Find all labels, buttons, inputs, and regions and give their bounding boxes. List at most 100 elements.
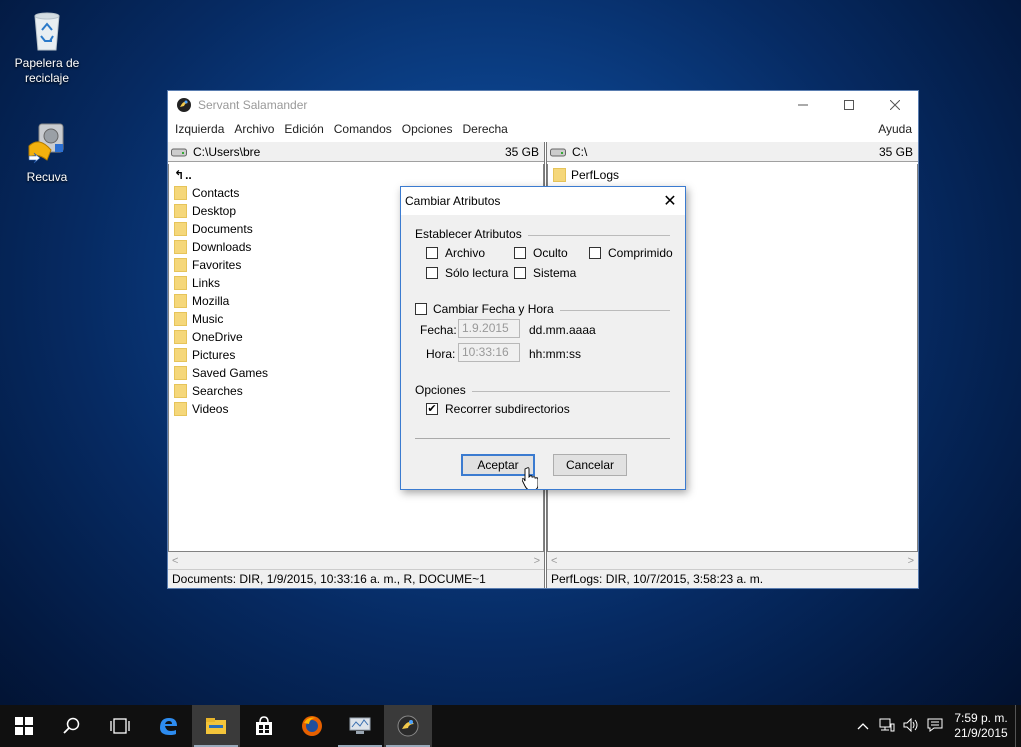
checkbox-box-checked[interactable]: ✔ — [426, 403, 438, 415]
show-desktop-button[interactable] — [1015, 705, 1021, 747]
folder-icon — [174, 366, 187, 380]
list-item-up[interactable]: ↰ .. — [169, 166, 543, 184]
folder-icon — [553, 168, 566, 182]
clock-time: 7:59 p. m. — [954, 711, 1008, 725]
file-name: PerfLogs — [571, 168, 620, 182]
notifications-icon[interactable] — [923, 718, 947, 735]
menu-derecha[interactable]: Derecha — [457, 122, 512, 136]
dialog-close-icon[interactable]: ✕ — [655, 191, 685, 211]
checkbox-box[interactable] — [514, 267, 526, 279]
task-view-button[interactable] — [96, 705, 144, 747]
fecha-format: dd.mm.aaaa — [529, 323, 596, 337]
recycle-bin-label: Papelera de reciclaje — [14, 56, 80, 85]
change-date-label: Cambiar Fecha y Hora — [433, 302, 554, 316]
drive-icon — [550, 148, 566, 156]
checkbox-comprimido[interactable]: Comprimido — [589, 246, 673, 260]
checkbox-solo-lectura[interactable]: Sólo lectura — [426, 266, 508, 280]
close-icon — [890, 100, 900, 110]
checkbox-sistema[interactable]: Sistema — [514, 266, 576, 280]
menu-edicion[interactable]: Edición — [279, 122, 328, 136]
minimize-icon — [798, 104, 808, 106]
checkbox-box[interactable] — [514, 247, 526, 259]
taskbar-firefox[interactable] — [288, 705, 336, 747]
menu-archivo[interactable]: Archivo — [229, 122, 279, 136]
file-name: Links — [192, 276, 221, 290]
right-free-space: 35 GB — [878, 144, 913, 159]
menu-comandos[interactable]: Comandos — [329, 122, 397, 136]
checkbox-oculto[interactable]: Oculto — [514, 246, 568, 260]
volume-icon[interactable] — [899, 717, 923, 735]
checkbox-box[interactable] — [426, 247, 438, 259]
menu-ayuda[interactable]: Ayuda — [873, 122, 918, 136]
checkbox-archivo-label: Archivo — [445, 246, 486, 260]
maximize-icon — [844, 100, 854, 110]
network-icon[interactable] — [875, 718, 899, 735]
menu-izquierda[interactable]: Izquierda — [170, 122, 229, 136]
left-horizontal-scrollbar[interactable]: < > — [168, 552, 544, 569]
taskbar-clock[interactable]: 7:59 p. m. 21/9/2015 — [947, 711, 1015, 741]
checkbox-box[interactable] — [589, 247, 601, 259]
right-horizontal-scrollbar[interactable]: < > — [547, 552, 918, 569]
taskbar: 7:59 p. m. 21/9/2015 — [0, 705, 1021, 747]
taskbar-store[interactable] — [240, 705, 288, 747]
windows-logo-icon — [15, 717, 33, 735]
scroll-left-icon[interactable]: < — [172, 555, 178, 567]
file-name: Mozilla — [192, 294, 230, 308]
group-set-attributes: Establecer Atributos — [415, 227, 670, 241]
search-button[interactable] — [48, 705, 96, 747]
chevron-up-icon[interactable] — [851, 719, 875, 733]
right-status-bar: PerfLogs: DIR, 10/7/2015, 3:58:23 a. m. — [547, 569, 918, 588]
system-tray: 7:59 p. m. 21/9/2015 — [851, 705, 1021, 747]
file-name: Videos — [192, 402, 229, 416]
file-name: Pictures — [192, 348, 236, 362]
taskbar-app-monitor[interactable] — [336, 705, 384, 747]
close-button[interactable] — [872, 91, 918, 119]
left-status-bar: Documents: DIR, 1/9/2015, 10:33:16 a. m.… — [168, 569, 544, 588]
list-item[interactable]: PerfLogs — [548, 166, 917, 184]
left-path-bar[interactable]: C:\Users\bre 35 GB — [168, 142, 544, 162]
taskbar-edge[interactable] — [144, 705, 192, 747]
hora-label: Hora: — [426, 347, 456, 361]
start-button[interactable] — [0, 705, 48, 747]
checkbox-recurse-subdirs[interactable]: ✔ Recorrer subdirectorios — [426, 402, 570, 416]
dialog-titlebar[interactable]: Cambiar Atributos ✕ — [401, 187, 685, 215]
scroll-left-icon[interactable]: < — [551, 555, 557, 567]
checkbox-recurse-label: Recorrer subdirectorios — [445, 402, 570, 416]
checkbox-box[interactable] — [426, 267, 438, 279]
dialog-title: Cambiar Atributos — [405, 194, 501, 208]
left-free-space: 35 GB — [504, 144, 539, 159]
checkbox-change-date[interactable] — [415, 303, 427, 315]
taskbar-salamander[interactable] — [384, 705, 432, 747]
folder-icon — [174, 204, 187, 218]
maximize-button[interactable] — [826, 91, 872, 119]
minimize-button[interactable] — [780, 91, 826, 119]
desktop-icon-recuva[interactable]: Recuva — [8, 122, 86, 185]
scroll-right-icon[interactable]: > — [534, 555, 540, 567]
recycle-bin-icon — [25, 8, 69, 52]
folder-icon — [174, 348, 187, 362]
file-name: Music — [192, 312, 224, 326]
fecha-field[interactable]: 1.9.2015 — [458, 319, 520, 338]
file-name: Documents — [192, 222, 253, 236]
hand-cursor-icon — [522, 467, 538, 489]
right-path-bar[interactable]: C:\ 35 GB — [547, 142, 918, 162]
hora-field[interactable]: 10:33:16 — [458, 343, 520, 362]
window-titlebar[interactable]: Servant Salamander — [168, 91, 918, 119]
scroll-right-icon[interactable]: > — [908, 555, 914, 567]
checkbox-archivo[interactable]: Archivo — [426, 246, 485, 260]
folder-icon — [174, 276, 187, 290]
folder-icon — [174, 402, 187, 416]
cancel-button[interactable]: Cancelar — [553, 454, 627, 476]
folder-icon — [174, 312, 187, 326]
taskbar-file-explorer[interactable] — [192, 705, 240, 747]
salamander-app-icon — [177, 98, 191, 112]
checkbox-comprimido-label: Comprimido — [608, 246, 673, 260]
desktop-icon-recycle-bin[interactable]: Papelera de reciclaje — [8, 8, 86, 86]
right-path: C:\ — [572, 144, 588, 159]
change-attributes-dialog: Cambiar Atributos ✕ Establecer Atributos… — [400, 186, 686, 490]
menu-opciones[interactable]: Opciones — [397, 122, 458, 136]
file-name: Desktop — [192, 204, 237, 218]
group-options: Opciones — [415, 383, 670, 397]
folder-icon — [174, 330, 187, 344]
folder-icon — [174, 294, 187, 308]
